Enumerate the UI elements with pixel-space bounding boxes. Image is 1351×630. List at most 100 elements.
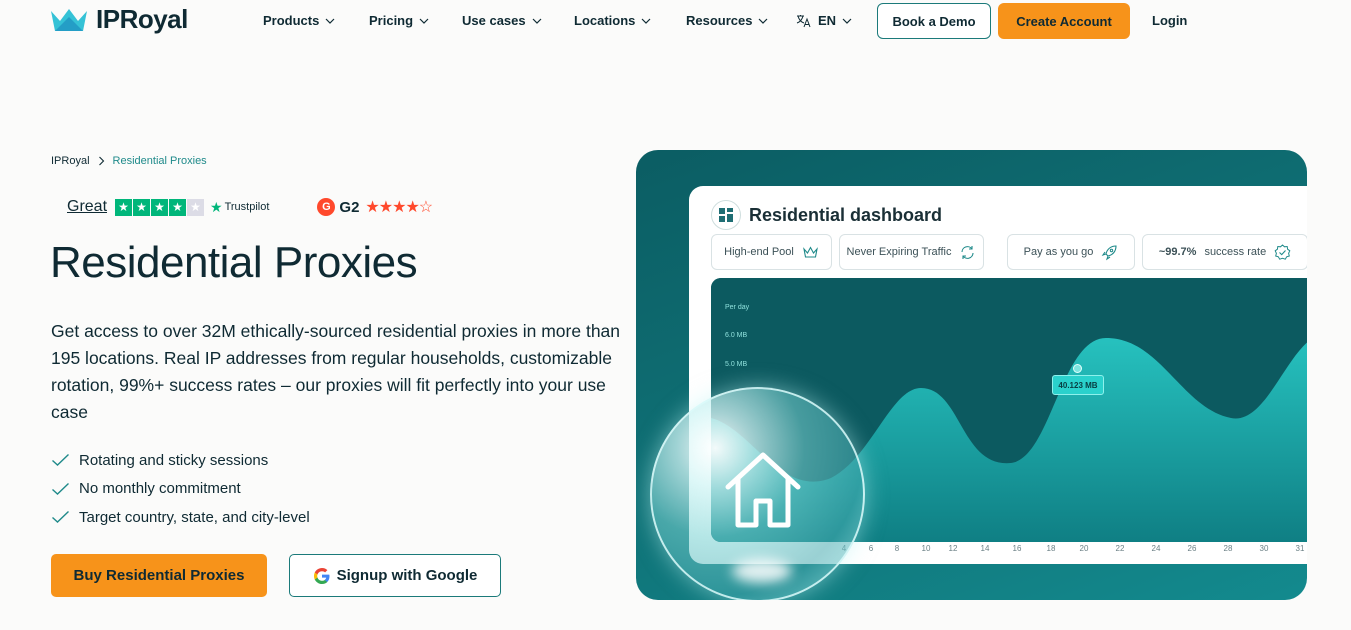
feature-label: No monthly commitment — [79, 480, 241, 498]
crown-icon — [802, 245, 818, 258]
trustpilot-stars: ★ ★ ★ ★ ★ — [115, 198, 205, 216]
nav-resources[interactable]: Resources — [686, 13, 768, 28]
y-axis-label: 5.0 MB — [725, 361, 748, 368]
nav-products[interactable]: Products — [263, 13, 335, 28]
x-tick: 30 — [1259, 544, 1269, 553]
home-icon — [725, 452, 801, 528]
dashboard-grid-icon — [711, 200, 741, 230]
chip-pay-as-you-go: Pay as you go — [1007, 234, 1135, 270]
feature-list: Rotating and sticky sessions No monthly … — [51, 446, 310, 532]
chevron-down-icon — [419, 18, 429, 24]
x-tick: 18 — [1046, 544, 1056, 553]
trustpilot-logo: ★ Trustpilot — [210, 199, 269, 216]
x-tick: 12 — [948, 544, 958, 553]
hero-visual: Residential dashboard High-end Pool Neve… — [636, 150, 1307, 600]
chip-label: Pay as you go — [1023, 246, 1094, 258]
rocket-icon — [1102, 244, 1117, 260]
language-label: EN — [818, 13, 837, 28]
g2-rating: G G2 ★★★★☆ — [317, 197, 433, 217]
language-selector[interactable]: EN — [796, 13, 852, 28]
hero-description: Get access to over 32M ethically-sourced… — [51, 321, 621, 422]
signup-google-button[interactable]: Signup with Google — [289, 554, 501, 597]
x-tick: 26 — [1187, 544, 1197, 553]
x-tick: 10 — [921, 544, 931, 553]
nav-use-cases[interactable]: Use cases — [462, 13, 542, 28]
verified-icon — [1274, 243, 1291, 260]
trustpilot-star-icon: ★ — [210, 198, 223, 215]
top-nav: IPRoyal Products Pricing Use cases Locat… — [0, 0, 1351, 44]
login-link[interactable]: Login — [1152, 13, 1187, 28]
star-icon: ★ — [115, 198, 133, 216]
feature-label: Target country, state, and city-level — [79, 508, 310, 526]
chevron-down-icon — [842, 18, 852, 24]
chevron-down-icon — [759, 18, 768, 24]
trustpilot-brand: Trustpilot — [224, 201, 270, 213]
x-tick: 24 — [1151, 544, 1161, 553]
chip-label: Never Expiring Traffic — [846, 246, 952, 258]
chip-label: success rate — [1204, 246, 1267, 258]
nav-use-cases-label: Use cases — [462, 13, 526, 28]
breadcrumb: IPRoyal Residential Proxies — [51, 155, 207, 167]
star-icon: ★ — [151, 198, 169, 216]
breadcrumb-home[interactable]: IPRoyal — [51, 155, 90, 167]
chip-high-end-pool: High-end Pool — [711, 234, 832, 270]
x-tick: 31 — [1295, 544, 1305, 553]
y-axis-label: 6.0 MB — [725, 332, 748, 339]
translate-icon — [796, 14, 811, 27]
crown-logo-icon — [51, 8, 87, 31]
nav-pricing-label: Pricing — [369, 13, 414, 28]
nav-resources-label: Resources — [686, 13, 753, 28]
chevron-down-icon — [641, 18, 651, 24]
success-rate-value: ~99.7% — [1158, 246, 1197, 258]
buy-residential-proxies-button[interactable]: Buy Residential Proxies — [51, 554, 267, 597]
star-empty-icon: ★ — [187, 198, 205, 216]
list-item: No monthly commitment — [51, 475, 310, 504]
x-tick: 20 — [1079, 544, 1089, 553]
chevron-down-icon — [325, 18, 335, 24]
bubble-glow — [732, 559, 792, 583]
list-item: Rotating and sticky sessions — [51, 446, 310, 475]
check-icon — [52, 511, 69, 524]
g2-label: G2 — [339, 198, 360, 216]
chevron-down-icon — [532, 18, 542, 24]
google-icon — [313, 567, 330, 584]
chart-point — [1073, 364, 1082, 373]
page-title: Residential Proxies — [50, 238, 418, 287]
book-demo-button[interactable]: Book a Demo — [877, 3, 991, 39]
logo-text: IPRoyal — [96, 4, 188, 34]
x-tick: 16 — [1012, 544, 1022, 553]
x-tick: 28 — [1223, 544, 1233, 553]
nav-locations[interactable]: Locations — [574, 13, 651, 28]
feature-label: Rotating and sticky sessions — [79, 451, 269, 469]
star-icon: ★ — [133, 198, 151, 216]
check-icon — [52, 454, 69, 467]
create-account-button[interactable]: Create Account — [998, 3, 1130, 39]
x-tick: 14 — [980, 544, 990, 553]
dashboard-title: Residential dashboard — [749, 204, 943, 225]
y-axis-title: Per day — [725, 304, 750, 311]
x-tick: 6 — [868, 544, 874, 553]
chip-never-expiring: Never Expiring Traffic — [839, 234, 984, 270]
glass-bubble — [650, 387, 865, 600]
chip-success-rate: ~99.7% success rate — [1142, 234, 1307, 270]
google-button-label: Signup with Google — [336, 567, 478, 584]
refresh-icon — [961, 245, 975, 259]
ratings-row: Great ★ ★ ★ ★ ★ ★ Trustpilot G G2 ★★★★☆ — [67, 197, 433, 217]
dashboard-header: Residential dashboard — [711, 200, 942, 230]
chevron-right-icon — [98, 156, 104, 166]
x-tick: 22 — [1115, 544, 1125, 553]
chip-label: High-end Pool — [724, 246, 794, 258]
check-icon — [52, 482, 69, 495]
x-tick: 8 — [894, 544, 900, 553]
logo[interactable]: IPRoyal — [50, 4, 188, 35]
nav-pricing[interactable]: Pricing — [369, 13, 429, 28]
list-item: Target country, state, and city-level — [51, 503, 310, 532]
star-icon: ★ — [169, 198, 187, 216]
nav-products-label: Products — [263, 13, 320, 28]
nav-locations-label: Locations — [574, 13, 636, 28]
g2-logo-icon: G — [317, 198, 336, 216]
chart-tooltip: 40.123 MB — [1052, 375, 1104, 395]
breadcrumb-current: Residential Proxies — [112, 155, 207, 167]
trustpilot-rating-label[interactable]: Great — [67, 198, 107, 216]
g2-stars: ★★★★☆ — [365, 199, 433, 216]
